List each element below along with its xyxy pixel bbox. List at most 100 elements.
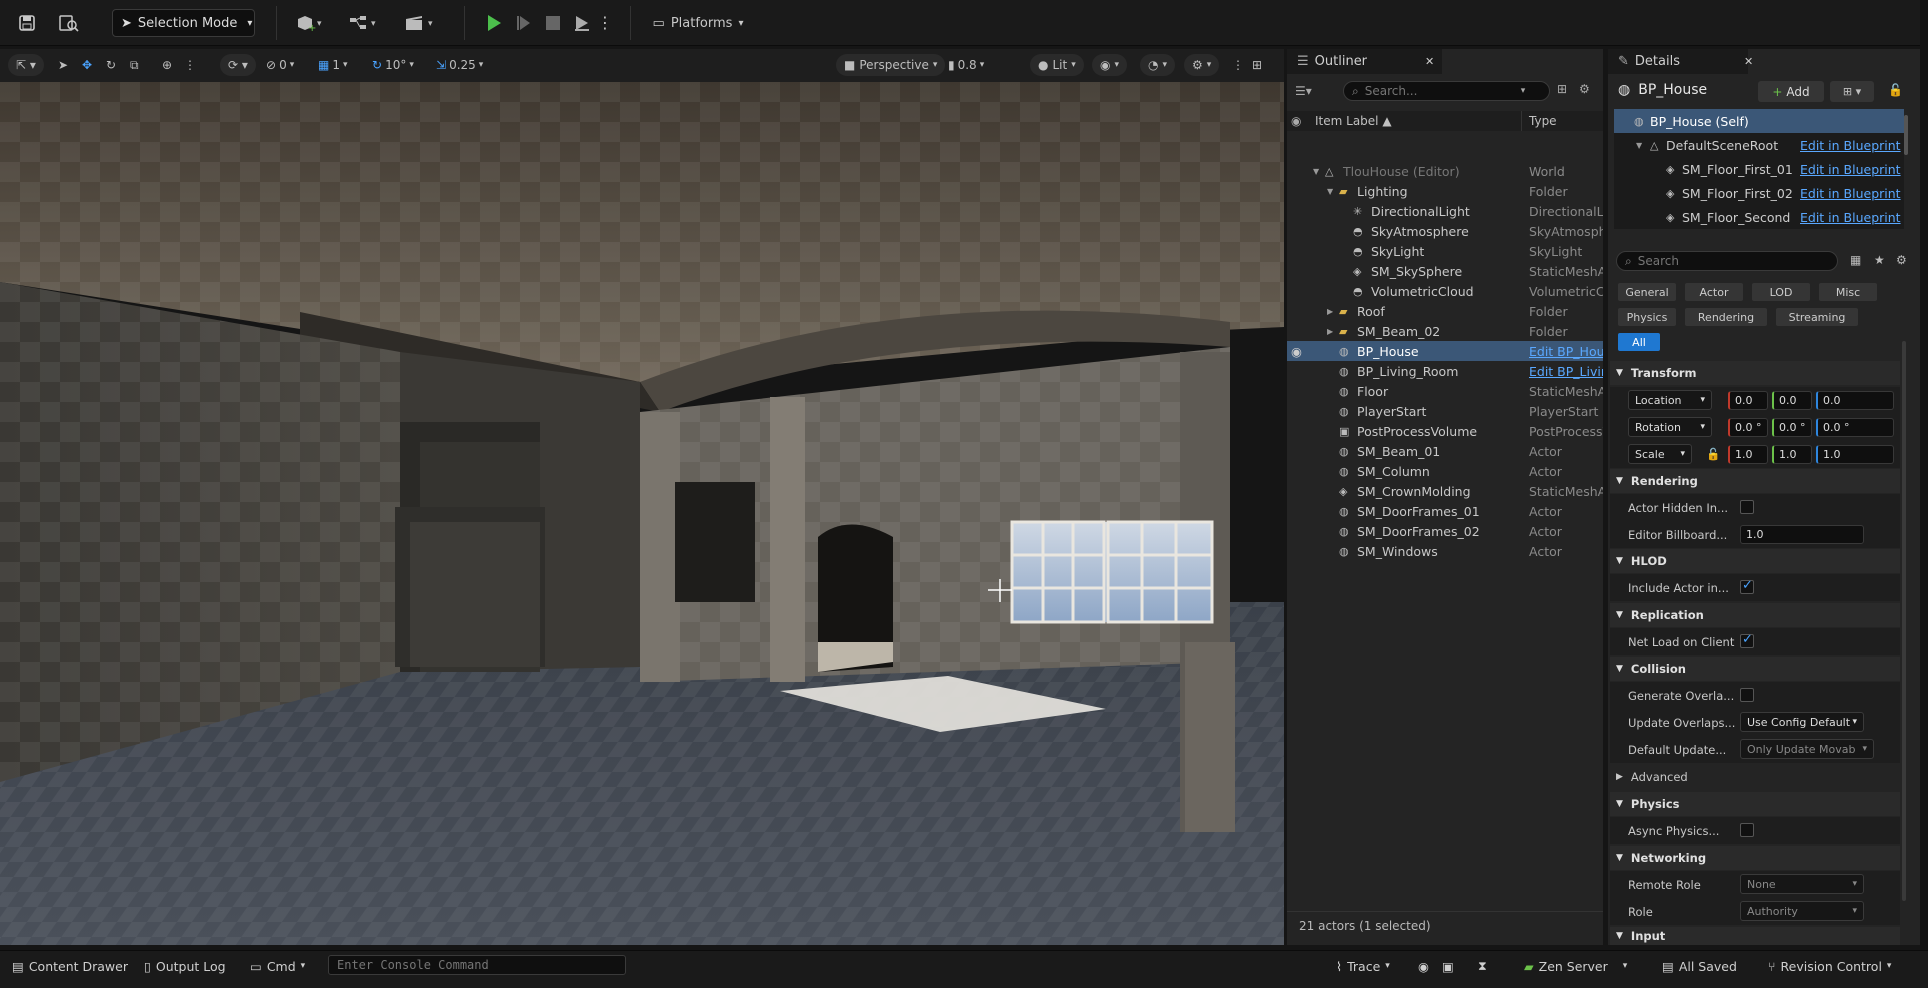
record-icon[interactable]: ◉ <box>1418 951 1429 981</box>
trace-dropdown[interactable]: ⌇ Trace ▾ <box>1336 951 1390 981</box>
outliner-row[interactable]: ◓ SkyAtmosphere SkyAtmosphe <box>1287 221 1603 241</box>
camera-speed-dropdown[interactable]: ▮ 0.8 ▾ <box>948 54 984 76</box>
filter-actor[interactable]: Actor <box>1685 283 1743 301</box>
component-row[interactable]: ◈ SM_Floor_First_02 Edit in Blueprint <box>1614 181 1904 205</box>
chevron-down-icon[interactable]: ▼ <box>1327 187 1333 196</box>
section-networking[interactable]: ▼ Networking <box>1610 846 1900 870</box>
component-row[interactable]: ◈ SM_Floor_Second Edit in Blueprint <box>1614 205 1904 229</box>
outliner-row[interactable]: ◍ Floor StaticMeshAc <box>1287 381 1603 401</box>
outliner-row[interactable]: ▶ ▰ Roof Folder <box>1287 301 1603 321</box>
col-type[interactable]: Type <box>1529 114 1557 128</box>
outliner-row[interactable]: ◍ BP_Living_Room Edit BP_Livin <box>1287 361 1603 381</box>
generate-overlap-checkbox[interactable] <box>1740 688 1754 702</box>
details-search[interactable]: ⌕ <box>1616 251 1838 271</box>
lock-icon[interactable]: 🔓 <box>1888 83 1903 97</box>
scale-y[interactable]: 1.0 <box>1772 445 1812 464</box>
chevron-down-icon[interactable]: ▼ <box>1636 141 1642 150</box>
edit-in-blueprint-link[interactable]: Edit in Blueprint <box>1800 186 1901 201</box>
browse-icon[interactable] <box>56 8 82 38</box>
outliner-row[interactable]: ◓ VolumetricCloud VolumetricClo <box>1287 281 1603 301</box>
show-dropdown[interactable]: ◉ ▾ <box>1092 54 1128 76</box>
filter-icon[interactable]: ☰▾ <box>1295 81 1325 101</box>
level-viewport[interactable] <box>0 82 1284 945</box>
save-icon[interactable] <box>14 8 40 38</box>
filter-general[interactable]: General <box>1618 283 1676 301</box>
filter-physics[interactable]: Physics <box>1618 308 1676 326</box>
perspective-dropdown[interactable]: ■ Perspective ▾ <box>836 54 946 76</box>
outliner-row[interactable]: ◈ SM_SkySphere StaticMeshAc <box>1287 261 1603 281</box>
outliner-row[interactable]: ▶ ▰ SM_Beam_02 Folder <box>1287 321 1603 341</box>
default-update-dropdown[interactable]: Only Update Movab ▾ <box>1740 739 1874 759</box>
rotation-dropdown[interactable]: Rotation ▾ <box>1628 417 1712 437</box>
performance-dropdown[interactable]: ◔ ▾ <box>1140 54 1176 76</box>
tab-details[interactable]: ✎ Details ✕ <box>1608 49 1753 74</box>
eject-icon[interactable] <box>569 8 595 38</box>
lock-icon[interactable]: 🔓 <box>1706 447 1720 461</box>
filter-streaming[interactable]: Streaming <box>1776 308 1858 326</box>
play-icon[interactable] <box>481 8 507 38</box>
section-input[interactable]: ▼ Input <box>1610 927 1900 945</box>
outliner-row[interactable]: ◉ ◍ BP_House Edit BP_Hous <box>1287 341 1603 361</box>
components-scrollbar[interactable] <box>1904 115 1908 155</box>
viewport-more-icon[interactable]: ⋮ <box>1232 54 1244 76</box>
edit-in-blueprint-link[interactable]: Edit in Blueprint <box>1800 138 1901 153</box>
location-dropdown[interactable]: Location ▾ <box>1628 390 1712 410</box>
outliner-search-input[interactable] <box>1364 84 1515 98</box>
add-component-button[interactable]: + Add <box>1758 81 1824 102</box>
edit-in-blueprint-link[interactable]: Edit in Blueprint <box>1800 210 1901 225</box>
outliner-row[interactable]: ▣ PostProcessVolume PostProcessV <box>1287 421 1603 441</box>
star-icon[interactable]: ★ <box>1874 253 1885 267</box>
outliner-row[interactable]: ◍ SM_DoorFrames_02 Actor <box>1287 521 1603 541</box>
outliner-row[interactable]: ✳ DirectionalLight DirectionalLig <box>1287 201 1603 221</box>
scale-z[interactable]: 1.0 <box>1816 445 1894 464</box>
outliner-row[interactable]: ◍ SM_Column Actor <box>1287 461 1603 481</box>
section-transform[interactable]: ▼ Transform <box>1610 361 1900 385</box>
cmd-dropdown[interactable]: ▭ Cmd ▾ <box>250 951 305 981</box>
outliner-row[interactable]: ◓ SkyLight SkyLight <box>1287 241 1603 261</box>
visibility-icon[interactable]: ◉ <box>1291 344 1302 359</box>
component-row[interactable]: ◍ BP_House (Self) <box>1614 109 1904 133</box>
outliner-item-type[interactable]: Edit BP_Livin <box>1529 364 1603 379</box>
tab-outliner[interactable]: ☰ Outliner ✕ <box>1287 49 1442 74</box>
stop-icon[interactable] <box>541 8 565 38</box>
filter-misc[interactable]: Misc <box>1819 283 1877 301</box>
zen-server-dropdown[interactable]: ▰ Zen Server ▾ <box>1524 951 1627 981</box>
layout-icon[interactable]: ⊞ <box>1252 54 1262 76</box>
new-folder-icon[interactable]: ⊞ <box>1557 82 1567 96</box>
section-rendering[interactable]: ▼ Rendering <box>1610 469 1900 493</box>
col-item-label[interactable]: Item Label ▲ <box>1315 114 1392 128</box>
outliner-row[interactable]: ▼ △ TlouHouse (Editor) World <box>1287 161 1603 181</box>
section-replication[interactable]: ▼ Replication <box>1610 603 1900 627</box>
content-drawer-button[interactable]: ▤ Content Drawer <box>12 951 128 981</box>
filter-lod[interactable]: LOD <box>1752 283 1810 301</box>
cinematics-icon[interactable]: ▾ <box>400 8 442 38</box>
outliner-row[interactable]: ◍ SM_DoorFrames_01 Actor <box>1287 501 1603 521</box>
filter-rendering[interactable]: Rendering <box>1685 308 1767 326</box>
outliner-row[interactable]: ▼ ▰ Lighting Folder <box>1287 181 1603 201</box>
scale-x[interactable]: 1.0 <box>1728 445 1768 464</box>
select-tool-icon[interactable]: ➤ <box>58 54 68 76</box>
details-scrollbar[interactable] <box>1902 341 1906 901</box>
async-physics-checkbox[interactable] <box>1740 823 1754 837</box>
rotation-snap-dropdown[interactable]: ⊘ 0 ▾ <box>266 54 294 76</box>
play-options-icon[interactable]: ⋮ <box>597 8 613 38</box>
edit-in-blueprint-link[interactable]: Edit in Blueprint <box>1800 162 1901 177</box>
settings-dropdown[interactable]: ⚙ ▾ <box>1184 54 1220 76</box>
rotate-tool-icon[interactable]: ↻ <box>106 54 116 76</box>
move-tool-icon[interactable]: ✥ <box>82 54 92 76</box>
selection-mode-dropdown[interactable]: ➤ Selection Mode ▾ <box>112 9 255 37</box>
section-physics[interactable]: ▼ Physics <box>1610 792 1900 816</box>
grid-snap-dropdown[interactable]: ▦ 1 ▾ <box>318 54 348 76</box>
section-collision[interactable]: ▼ Collision <box>1610 657 1900 681</box>
console-command-field[interactable] <box>328 955 626 975</box>
component-row[interactable]: ▼ △ DefaultSceneRoot Edit in Blueprint <box>1614 133 1904 157</box>
lit-dropdown[interactable]: ● Lit ▾ <box>1030 54 1084 76</box>
location-z[interactable]: 0.0 <box>1816 391 1894 410</box>
revision-control-dropdown[interactable]: ⑂ Revision Control ▾ <box>1768 951 1891 981</box>
remote-role-dropdown[interactable]: None ▾ <box>1740 874 1864 894</box>
all-saved-button[interactable]: ▤ All Saved <box>1662 951 1737 981</box>
location-y[interactable]: 0.0 <box>1772 391 1812 410</box>
outliner-search[interactable]: ⌕ ▾ <box>1343 81 1550 101</box>
chevron-down-icon[interactable]: ▼ <box>1313 167 1319 176</box>
close-icon[interactable]: ✕ <box>1744 55 1753 68</box>
